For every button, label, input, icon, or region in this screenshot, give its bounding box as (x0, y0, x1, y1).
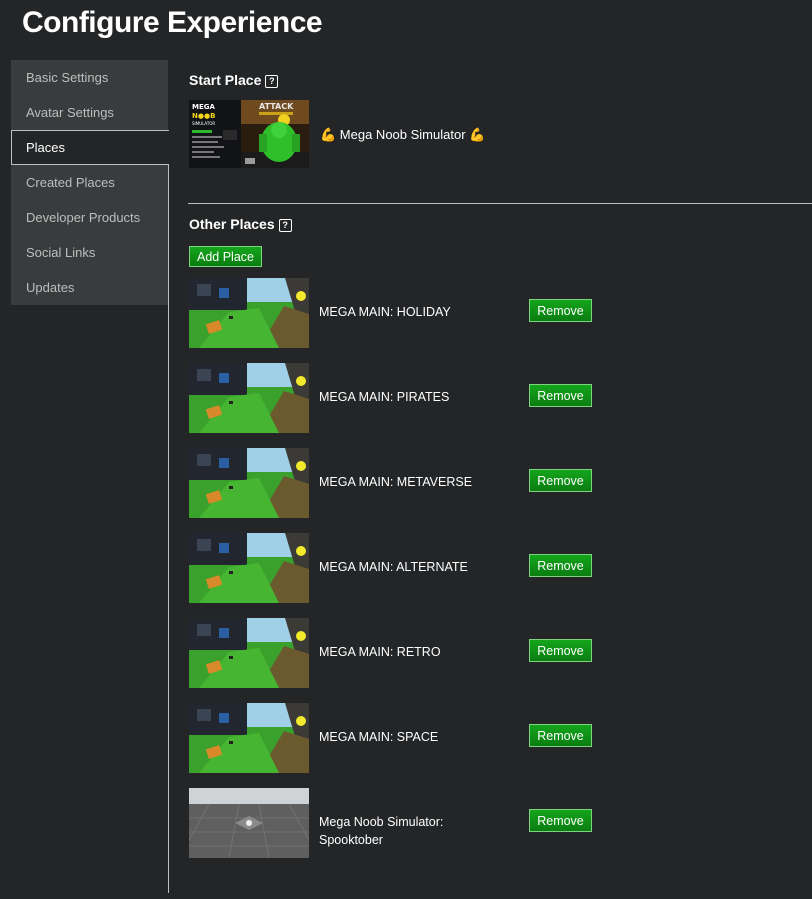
place-name[interactable]: MEGA MAIN: PIRATES (319, 388, 489, 406)
place-thumbnail[interactable] (189, 703, 309, 773)
page-title: Configure Experience (22, 6, 323, 39)
remove-place-button[interactable]: Remove (529, 724, 592, 747)
thumb-brand-top: MEGA (192, 103, 215, 111)
place-name[interactable]: MEGA MAIN: METAVERSE (319, 473, 489, 491)
start-place-heading: Start Place? (189, 72, 279, 88)
place-row: MEGA MAIN: HOLIDAY Remove (189, 278, 609, 348)
thumb-banner: ATTACK (259, 102, 294, 111)
question-icon[interactable]: ? (278, 219, 292, 232)
remove-place-button[interactable]: Remove (529, 554, 592, 577)
sidebar-item-developer-products[interactable]: Developer Products (11, 200, 168, 235)
place-name[interactable]: MEGA MAIN: SPACE (319, 728, 489, 746)
thumb-brand-mid: N●●B (192, 112, 215, 120)
start-place-name[interactable]: 💪 Mega Noob Simulator 💪 (320, 127, 485, 143)
remove-place-button[interactable]: Remove (529, 299, 592, 322)
place-row: MEGA MAIN: ALTERNATE Remove (189, 533, 609, 603)
sidebar-item-places[interactable]: Places (11, 130, 169, 165)
place-thumbnail[interactable] (189, 448, 309, 518)
sidebar-item-avatar-settings[interactable]: Avatar Settings (11, 95, 168, 130)
remove-place-button[interactable]: Remove (529, 809, 592, 832)
place-thumbnail[interactable] (189, 533, 309, 603)
remove-place-button[interactable]: Remove (529, 384, 592, 407)
sidebar-item-created-places[interactable]: Created Places (11, 165, 168, 200)
place-row: MEGA MAIN: RETRO Remove (189, 618, 609, 688)
thumb-brand-bottom: SIMULATOR (192, 121, 215, 126)
place-name[interactable]: MEGA MAIN: HOLIDAY (319, 303, 489, 321)
place-name[interactable]: Mega Noob Simulator: Spooktober (319, 813, 459, 849)
place-row: Mega Noob Simulator: Spooktober Remove (189, 788, 609, 858)
place-thumbnail[interactable] (189, 278, 309, 348)
section-divider (188, 203, 812, 204)
sidebar-item-basic-settings[interactable]: Basic Settings (11, 60, 168, 95)
place-name[interactable]: MEGA MAIN: RETRO (319, 643, 489, 661)
sidebar-nav: Basic Settings Avatar Settings Places Cr… (11, 60, 169, 305)
question-icon[interactable]: ? (265, 75, 279, 88)
place-thumbnail[interactable] (189, 363, 309, 433)
other-places-heading: Other Places? (189, 216, 292, 232)
place-row: MEGA MAIN: METAVERSE Remove (189, 448, 609, 518)
content-divider (168, 164, 169, 893)
place-thumbnail[interactable] (189, 618, 309, 688)
remove-place-button[interactable]: Remove (529, 469, 592, 492)
sidebar-item-social-links[interactable]: Social Links (11, 235, 168, 270)
place-row: MEGA MAIN: PIRATES Remove (189, 363, 609, 433)
start-place-thumbnail[interactable]: MEGA N●●B SIMULATOR ATTACK (189, 100, 309, 168)
other-places-title: Other Places (189, 216, 275, 232)
start-place-title: Start Place (189, 72, 262, 88)
place-row: MEGA MAIN: SPACE Remove (189, 703, 609, 773)
place-thumbnail[interactable] (189, 788, 309, 858)
remove-place-button[interactable]: Remove (529, 639, 592, 662)
sidebar-item-updates[interactable]: Updates (11, 270, 168, 305)
add-place-button[interactable]: Add Place (189, 246, 262, 267)
place-name[interactable]: MEGA MAIN: ALTERNATE (319, 558, 489, 576)
